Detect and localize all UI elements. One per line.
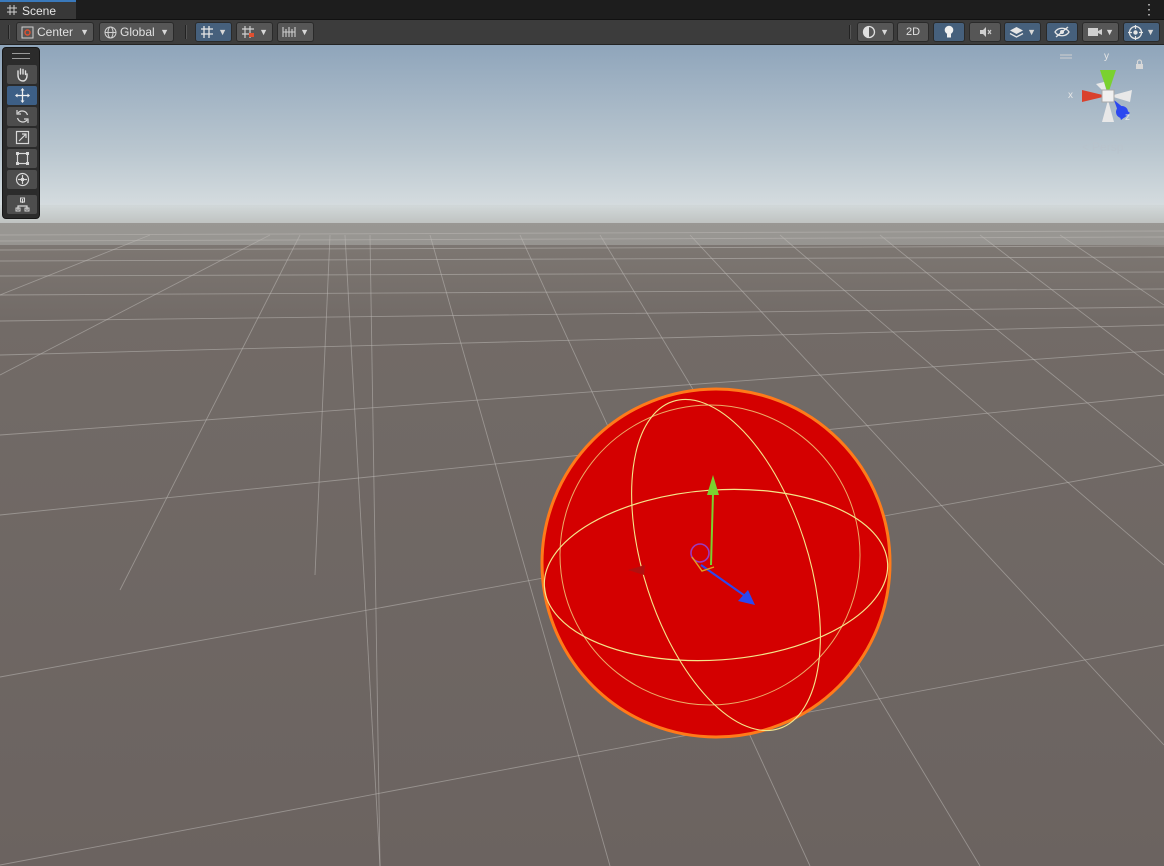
projection-label: Persp <box>1092 140 1124 154</box>
toolbar-separator <box>8 25 10 39</box>
scene-visibility-toggle[interactable] <box>1046 22 1078 42</box>
orientation-gizmo[interactable]: y x z <box>1060 50 1150 140</box>
draw-mode-dropdown[interactable]: ▼ <box>857 22 894 42</box>
grid-icon <box>7 4 17 18</box>
move-tool-button[interactable] <box>7 86 37 105</box>
speaker-muted-icon <box>978 25 992 39</box>
transform-icon <box>15 172 30 187</box>
audio-toggle[interactable] <box>969 22 1001 42</box>
gizmos-dropdown[interactable]: ▼ <box>1123 22 1160 42</box>
gizmo-label-x: x <box>1068 90 1073 101</box>
pivot-rotation-dropdown[interactable]: Global ▼ <box>99 22 174 42</box>
gizmo-label-y: y <box>1104 51 1109 62</box>
move-icon <box>14 88 30 103</box>
globe-icon <box>104 26 117 39</box>
shading-sphere-icon <box>862 25 876 39</box>
lighting-toggle[interactable] <box>933 22 965 42</box>
gizmo-globe-icon <box>1128 24 1143 40</box>
chevron-down-icon: ▼ <box>160 27 169 37</box>
grid-visibility-toggle[interactable]: ▼ <box>195 22 232 42</box>
toolbar-separator <box>185 25 187 39</box>
eye-hidden-icon <box>1054 26 1070 38</box>
chevron-down-icon: ▼ <box>259 27 268 37</box>
projection-toggle[interactable]: < Persp <box>1082 140 1123 154</box>
layers-effects-icon <box>1009 25 1024 39</box>
chevron-down-icon: ▼ <box>300 27 309 37</box>
rect-icon <box>15 151 30 166</box>
increment-snapping-toggle[interactable]: ▼ <box>277 22 314 42</box>
scene-viewport[interactable]: y x z < Persp <box>0 45 1164 866</box>
chevron-down-icon: ▼ <box>80 27 89 37</box>
scene-tab-label: Scene <box>22 3 57 18</box>
hand-tool-button[interactable] <box>7 65 37 84</box>
perspective-icon: < <box>1082 140 1090 154</box>
gizmo-cone-negy[interactable] <box>1102 100 1114 122</box>
increment-snap-icon <box>282 25 297 39</box>
chevron-down-icon: ▼ <box>880 27 889 37</box>
scene-toolbar: Center ▼ Global ▼ ▼ ▼ ▼ ▼ 2D ▼ ▼ ▼ <box>0 20 1164 45</box>
lock-shackle <box>1136 59 1143 64</box>
chevron-down-icon: ▼ <box>218 27 227 37</box>
toggle-2d-label: 2D <box>905 26 921 38</box>
toolbar-separator <box>849 25 851 39</box>
kebab-menu-icon[interactable]: ⋮ <box>1142 2 1156 16</box>
gizmo-cube[interactable] <box>1101 89 1115 103</box>
tools-overlay <box>2 47 40 219</box>
sphere-selection-outline <box>540 387 892 739</box>
pivot-icon <box>21 26 34 39</box>
custom-tool-button[interactable] <box>7 195 37 214</box>
lightbulb-icon <box>943 25 955 39</box>
scale-tool-button[interactable] <box>7 128 37 147</box>
scene-tab[interactable]: Scene <box>0 0 76 19</box>
scale-icon <box>15 130 30 145</box>
rotate-icon <box>15 109 30 124</box>
chevron-down-icon: ▼ <box>1027 27 1036 37</box>
camera-settings-dropdown[interactable]: ▼ <box>1082 22 1119 42</box>
custom-tool-icon <box>15 197 30 212</box>
grid-snapping-toggle[interactable]: ▼ <box>236 22 273 42</box>
camera-icon <box>1087 26 1103 38</box>
transform-tool-button[interactable] <box>7 170 37 189</box>
effects-dropdown[interactable]: ▼ <box>1004 22 1041 42</box>
grid-snap-icon <box>200 25 215 39</box>
hand-icon <box>15 67 29 82</box>
snap-grid-icon <box>241 25 256 39</box>
toggle-2d-button[interactable]: 2D <box>897 22 929 42</box>
scene-view-canvas[interactable] <box>0 45 1164 866</box>
rotate-tool-button[interactable] <box>7 107 37 126</box>
chevron-down-icon: ▼ <box>1146 27 1155 37</box>
tab-bar: Scene ⋮ <box>0 0 1164 20</box>
pivot-mode-label: Center <box>37 25 74 39</box>
rect-tool-button[interactable] <box>7 149 37 168</box>
chevron-down-icon: ▼ <box>1105 27 1114 37</box>
lock-icon[interactable] <box>1136 64 1143 69</box>
pivot-mode-dropdown[interactable]: Center ▼ <box>16 22 94 42</box>
pivot-rotation-label: Global <box>120 25 155 39</box>
overlay-drag-handle[interactable] <box>12 53 30 59</box>
gizmo-label-z: z <box>1125 112 1130 123</box>
